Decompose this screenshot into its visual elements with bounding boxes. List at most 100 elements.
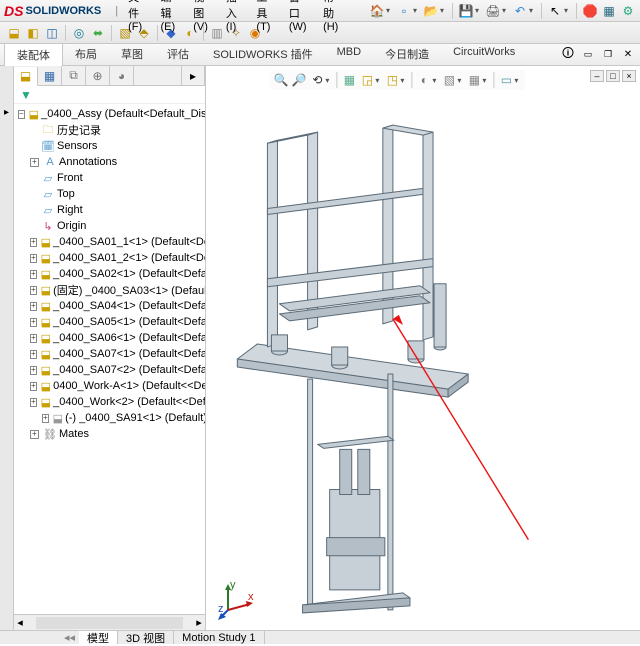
apply-scene-icon[interactable]: ▦ (466, 72, 482, 88)
tb-move-icon[interactable]: ⬌ (90, 25, 106, 41)
ribbon-tab-sketch[interactable]: 草图 (109, 43, 155, 66)
annotation-icon: A (43, 155, 57, 169)
tree-item[interactable]: +⬓_0400_SA04<1> (Default<Default_Disp (14, 298, 205, 314)
scroll-right-icon[interactable]: ▸ (193, 616, 205, 629)
scroll-left-icon[interactable]: ◂ (14, 616, 26, 629)
annotation-arrow (393, 319, 529, 540)
ribbon: 装配体 布局 草图 评估 SOLIDWORKS 插件 MBD 今日制造 Circ… (0, 44, 640, 66)
tree-item[interactable]: +⬓_0400_Work<2> (Default<<Default> (14, 394, 205, 410)
ptab-feature-icon[interactable]: ⬓ (14, 67, 38, 86)
ribbon-search-icon[interactable]: 🛈 (560, 47, 576, 63)
ribbon-tab-today[interactable]: 今日制造 (373, 43, 441, 66)
bottom-tab-model[interactable]: 模型 (79, 631, 118, 644)
settings-icon[interactable]: ⚙ (620, 3, 636, 19)
zoom-area-icon[interactable]: 🔎 (291, 72, 307, 88)
side-arrow-icon[interactable]: ▸ (1, 106, 13, 118)
folder-icon: 🗀 (41, 123, 55, 137)
tree-origin[interactable]: ↳Origin (14, 218, 205, 234)
vw-close-icon[interactable]: × (622, 70, 636, 82)
menu-view[interactable]: 视图(V) (187, 0, 218, 35)
tree-front[interactable]: ▱Front (14, 170, 205, 186)
options-icon[interactable]: ▦ (601, 3, 617, 19)
bottom-tab-motion[interactable]: Motion Study 1 (174, 631, 264, 644)
tree-mates[interactable]: +⛓Mates (14, 426, 205, 442)
prev-view-icon[interactable]: ⟲ (309, 72, 325, 88)
filter-row: ▼ (14, 86, 205, 104)
scrollbar[interactable] (36, 617, 183, 629)
new-icon[interactable]: ▫ (396, 3, 412, 19)
hide-show-icon[interactable]: ◐ (416, 72, 432, 88)
vw-min-icon[interactable]: – (590, 70, 604, 82)
panel-footer: ◂ ▸ (14, 614, 205, 630)
section-icon[interactable]: ▦ (341, 72, 357, 88)
filter-icon[interactable]: ▼ (18, 87, 34, 103)
ptab-property-icon[interactable]: ▦ (38, 66, 62, 85)
ptab-display-icon[interactable]: ◕ (110, 66, 134, 85)
menu-window[interactable]: 窗口(W) (283, 0, 315, 35)
tree-item[interactable]: +⬓(固定) _0400_SA03<1> (Default<Defau (14, 282, 205, 298)
display-style-icon[interactable]: ◳ (384, 72, 400, 88)
ribbon-tab-cw[interactable]: CircuitWorks (441, 43, 527, 66)
svg-text:z: z (218, 603, 224, 615)
viewport[interactable]: – □ × 🔍 🔎 ⟲▾ ▦ ◲▾ ◳▾ ◐▾ ▧▾ ▦▾ ▭▾ (206, 66, 640, 630)
vw-max-icon[interactable]: □ (606, 70, 620, 82)
home-icon[interactable]: 🏠 (369, 3, 385, 19)
tb-insert-comp-icon[interactable]: ⬓ (6, 25, 22, 41)
ribbon-tab-layout[interactable]: 布局 (63, 43, 109, 66)
menu-tools[interactable]: 工具(T) (250, 0, 280, 35)
rebuild-icon[interactable]: 🛑 (582, 3, 598, 19)
select-icon[interactable]: ↖ (547, 3, 563, 19)
menu-help[interactable]: 帮助(H) (317, 0, 348, 35)
tree-history[interactable]: 🗀历史记录 (14, 122, 205, 138)
menu-star[interactable]: ⋆ (350, 0, 369, 35)
ptab-more-icon[interactable]: ▸ (181, 66, 205, 85)
view-orient-icon[interactable]: ◲ (359, 72, 375, 88)
ribbon-max-icon[interactable]: ❐ (600, 47, 616, 63)
tree-item[interactable]: +⬓_0400_SA05<1> (Default<Default_Disp (14, 314, 205, 330)
tree-annotations[interactable]: +AAnnotations (14, 154, 205, 170)
ribbon-tab-evaluate[interactable]: 评估 (155, 43, 201, 66)
ptab-config-icon[interactable]: ⧉ (62, 66, 86, 85)
ribbon-min-icon[interactable]: ▭ (580, 47, 596, 63)
edit-scene-icon[interactable]: ▧ (441, 72, 457, 88)
subassy-icon: ⬓ (41, 315, 51, 329)
tree-root[interactable]: −⬓_0400_Assy (Default<Default_Display St… (14, 106, 205, 122)
tree-item[interactable]: +⬓_0400_SA07<2> (Default<Default_Disp (14, 362, 205, 378)
open-icon[interactable]: 📂 (423, 3, 439, 19)
tab-nav-prev-icon[interactable]: ◂◂ (60, 631, 79, 644)
tb-mate-icon[interactable]: ◧ (25, 25, 41, 41)
ptab-dim-icon[interactable]: ⊕ (86, 66, 110, 85)
tree-top[interactable]: ▱Top (14, 186, 205, 202)
undo-icon[interactable]: ↶ (512, 3, 528, 19)
menu-insert[interactable]: 插入(I) (220, 0, 249, 35)
ribbon-tab-mbd[interactable]: MBD (325, 43, 373, 66)
sensor-icon: 🗓 (41, 139, 55, 153)
menu-file[interactable]: 文件(F) (122, 0, 152, 35)
ribbon-close-icon[interactable]: ✕ (620, 47, 636, 63)
tb-linear-icon[interactable]: ◫ (44, 25, 60, 41)
menu-edit[interactable]: 编辑(E) (154, 0, 185, 35)
panel-tabs: ⬓ ▦ ⧉ ⊕ ◕ ▸ (14, 66, 205, 86)
ribbon-tab-addins[interactable]: SOLIDWORKS 插件 (201, 43, 325, 66)
tree-item[interactable]: +⬓0400_Work-A<1> (Default<<Default> (14, 378, 205, 394)
zoom-fit-icon[interactable]: 🔍 (273, 72, 289, 88)
tree-right[interactable]: ▱Right (14, 202, 205, 218)
tree-item[interactable]: +⬓_0400_SA01_1<1> (Default<Default_Di (14, 234, 205, 250)
subassy-icon: ⬓ (41, 235, 51, 249)
orientation-triad[interactable]: y x z (216, 580, 256, 620)
save-icon[interactable]: 💾 (458, 3, 474, 19)
ribbon-tab-assembly[interactable]: 装配体 (4, 43, 63, 66)
tree-item[interactable]: +⬓_0400_SA02<1> (Default<Default_Disp (14, 266, 205, 282)
tree-item[interactable]: +⬓_0400_SA07<1> (Default<Default_Disp (14, 346, 205, 362)
print-icon[interactable]: 🖨 (485, 3, 501, 19)
tree-item[interactable]: +⬓_0400_SA01_2<1> (Default<Default_Di (14, 250, 205, 266)
bottom-tab-3dview[interactable]: 3D 视图 (118, 631, 174, 644)
assembly-icon: ⬓ (29, 107, 39, 121)
tree-item[interactable]: +⬓_0400_SA06<1> (Default<Default_Disp (14, 330, 205, 346)
tree-item-suppressed[interactable]: +⬓(-) _0400_SA91<1> (Default) (14, 410, 205, 426)
origin-icon: ↳ (41, 219, 55, 233)
tree-sensors[interactable]: 🗓Sensors (14, 138, 205, 154)
subassy-icon: ⬓ (41, 299, 51, 313)
view-settings-icon[interactable]: ▭ (498, 72, 514, 88)
tb-smart-icon[interactable]: ◎ (71, 25, 87, 41)
